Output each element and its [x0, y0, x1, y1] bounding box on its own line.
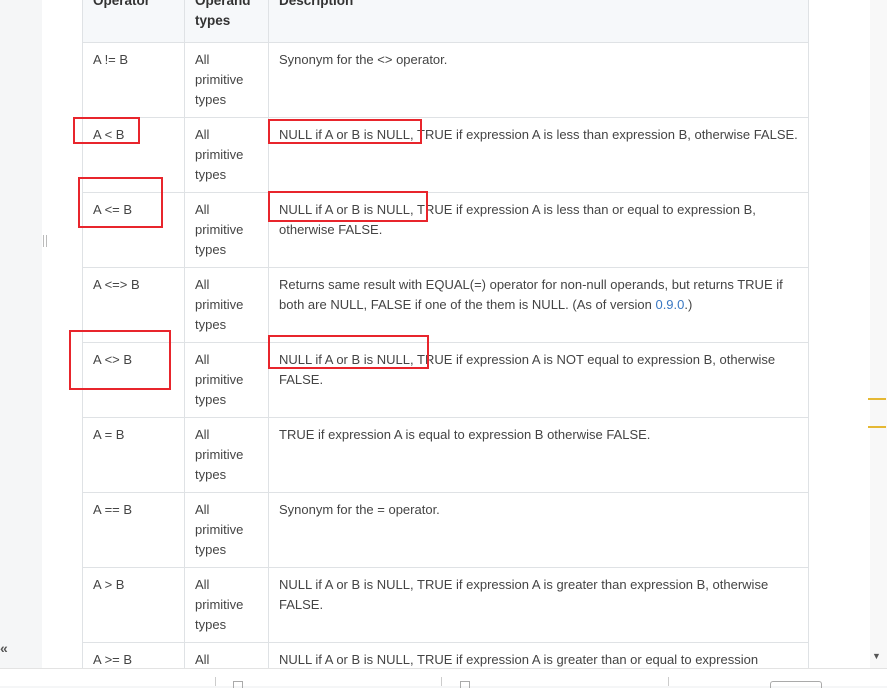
- header-operand-types: Operand types: [184, 0, 269, 43]
- cell-operator: A > B: [82, 567, 185, 643]
- collapse-sidebar-icon[interactable]: «: [0, 640, 8, 656]
- table-row: A <= B All primitive types NULL if A or …: [82, 192, 809, 268]
- table-header-row: Operator Operand types Description: [82, 0, 809, 43]
- cell-description: NULL if A or B is NULL, TRUE if expressi…: [268, 342, 809, 418]
- cell-types: All primitive types: [184, 117, 269, 193]
- scrollbar-marker: [868, 398, 886, 400]
- description-text: Returns same result with EQUAL(=) operat…: [279, 277, 783, 312]
- header-operator: Operator: [82, 0, 185, 43]
- doc-page: Operator Operand types Description A != …: [42, 0, 870, 668]
- cell-description: NULL if A or B is NULL, TRUE if expressi…: [268, 567, 809, 643]
- bottom-toolbar: [0, 668, 887, 688]
- vertical-scrollbar[interactable]: [870, 0, 887, 668]
- table-row: A == B All primitive types Synonym for t…: [82, 492, 809, 568]
- cell-types: All primitive types: [184, 567, 269, 643]
- cell-description: NULL if A or B is NULL, TRUE if expressi…: [268, 642, 809, 668]
- table-row: A <> B All primitive types NULL if A or …: [82, 342, 809, 418]
- header-description: Description: [268, 0, 809, 43]
- cell-operator: A = B: [82, 417, 185, 493]
- table-row: A = B All primitive types TRUE if expres…: [82, 417, 809, 493]
- cell-operator: A <= B: [82, 192, 185, 268]
- table-row: A >= B All NULL if A or B is NULL, TRUE …: [82, 642, 809, 668]
- cell-operator: A <=> B: [82, 267, 185, 343]
- cell-operator: A == B: [82, 492, 185, 568]
- cell-types: All primitive types: [184, 192, 269, 268]
- description-suffix: .): [684, 297, 693, 312]
- scrollbar-marker: [868, 426, 886, 428]
- cell-operator: A != B: [82, 42, 185, 118]
- cell-operator: A >= B: [82, 642, 185, 668]
- cell-description: NULL if A or B is NULL, TRUE if expressi…: [268, 192, 809, 268]
- table-row: A < B All primitive types NULL if A or B…: [82, 117, 809, 193]
- cell-description: Synonym for the = operator.: [268, 492, 809, 568]
- table-row: A > B All primitive types NULL if A or B…: [82, 567, 809, 643]
- cell-types: All primitive types: [184, 267, 269, 343]
- cell-types: All: [184, 642, 269, 668]
- cell-types: All primitive types: [184, 42, 269, 118]
- cell-operator: A <> B: [82, 342, 185, 418]
- cell-types: All primitive types: [184, 342, 269, 418]
- pane-splitter-handle[interactable]: [43, 235, 47, 247]
- scroll-down-icon[interactable]: ▼: [872, 651, 881, 661]
- cell-types: All primitive types: [184, 492, 269, 568]
- table-row: A != B All primitive types Synonym for t…: [82, 42, 809, 118]
- table-row: A <=> B All primitive types Returns same…: [82, 267, 809, 343]
- version-link[interactable]: 0.9.0: [655, 297, 684, 312]
- cell-types: All primitive types: [184, 417, 269, 493]
- operators-table: Operator Operand types Description A != …: [82, 0, 809, 668]
- cell-description: Returns same result with EQUAL(=) operat…: [268, 267, 809, 343]
- cell-description: TRUE if expression A is equal to express…: [268, 417, 809, 493]
- cell-operator: A < B: [82, 117, 185, 193]
- cell-description: NULL if A or B is NULL, TRUE if expressi…: [268, 117, 809, 193]
- cell-description: Synonym for the <> operator.: [268, 42, 809, 118]
